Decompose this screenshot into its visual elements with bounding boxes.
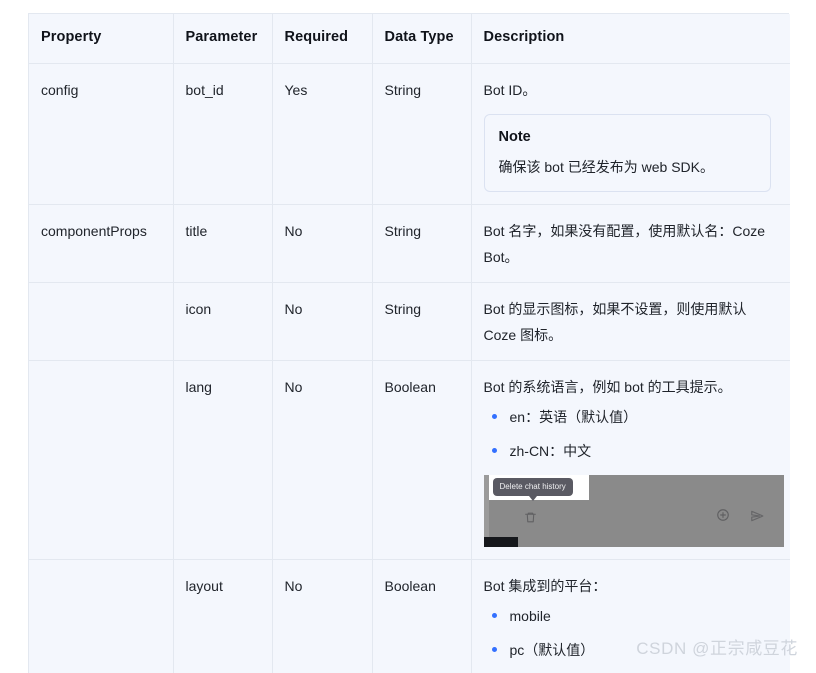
cell-property bbox=[29, 559, 174, 673]
note-body: 确保该 bot 已经发布为 web SDK。 bbox=[498, 158, 715, 175]
note-title: Note bbox=[498, 128, 531, 145]
cell-property bbox=[29, 282, 174, 361]
column-header-data-type: Data Type bbox=[372, 14, 472, 64]
cell-parameter: lang bbox=[173, 360, 273, 560]
table-row: icon No String Bot 的显示图标，如果不设置，则使用默认 Coz… bbox=[29, 282, 790, 361]
table-row: config bot_id Yes String Bot ID。 Note 确保… bbox=[29, 63, 790, 205]
cell-description: Bot 名字，如果没有配置，使用默认名：Coze Bot。 bbox=[471, 204, 790, 283]
description-text: Bot 名字，如果没有配置，使用默认名：Coze Bot。 bbox=[483, 222, 766, 265]
cell-data-type: Boolean bbox=[372, 559, 472, 673]
tooltip-arrow-icon bbox=[528, 495, 537, 501]
column-header-required: Required bbox=[272, 14, 373, 64]
cell-parameter: layout bbox=[173, 559, 273, 673]
screenshot-dark-strip bbox=[483, 536, 518, 547]
plus-circle-icon bbox=[716, 504, 730, 530]
cell-data-type: String bbox=[372, 63, 472, 205]
table-header-row: Property Parameter Required Data Type De… bbox=[29, 14, 790, 64]
cell-property bbox=[29, 360, 174, 560]
description-text: Bot 的系统语言，例如 bot 的工具提示。 bbox=[483, 378, 732, 395]
table-row: lang No Boolean Bot 的系统语言，例如 bot 的工具提示。 … bbox=[29, 360, 790, 560]
cell-description: Bot 的系统语言，例如 bot 的工具提示。 en：英语（默认值） zh-CN… bbox=[471, 360, 790, 560]
bullet-dot-icon bbox=[491, 646, 497, 652]
spec-table-container: Property Parameter Required Data Type De… bbox=[28, 13, 790, 673]
list-item-label: mobile bbox=[509, 607, 551, 624]
bullet-dot-icon bbox=[491, 447, 497, 453]
cell-required: No bbox=[272, 204, 373, 283]
list-item-label: en：英语（默认值） bbox=[509, 408, 638, 425]
column-header-parameter: Parameter bbox=[173, 14, 273, 64]
cell-data-type: String bbox=[372, 282, 472, 361]
cell-parameter: bot_id bbox=[173, 63, 273, 205]
trash-icon bbox=[524, 506, 537, 532]
tooltip-delete-chat-history: Delete chat history bbox=[492, 477, 573, 496]
table-row: componentProps title No String Bot 名字，如果… bbox=[29, 204, 790, 283]
cell-data-type: String bbox=[372, 204, 472, 283]
cell-property: config bbox=[29, 63, 174, 205]
lang-option-list: en：英语（默认值） zh-CN：中文 bbox=[484, 406, 779, 462]
spec-table: Property Parameter Required Data Type De… bbox=[29, 14, 790, 673]
table-body: config bot_id Yes String Bot ID。 Note 确保… bbox=[29, 63, 790, 673]
cell-parameter: icon bbox=[173, 282, 273, 361]
send-icon bbox=[750, 505, 764, 531]
cell-required: No bbox=[272, 360, 373, 560]
list-item-label: zh-CN：中文 bbox=[509, 442, 592, 459]
cell-required: Yes bbox=[272, 63, 373, 205]
cell-property: componentProps bbox=[29, 204, 174, 283]
bullet-dot-icon bbox=[491, 413, 497, 419]
cell-data-type: Boolean bbox=[372, 360, 472, 560]
table-header: Property Parameter Required Data Type De… bbox=[29, 14, 790, 64]
cell-required: No bbox=[272, 282, 373, 361]
cell-description: Bot 的显示图标，如果不设置，则使用默认 Coze 图标。 bbox=[471, 282, 790, 361]
list-item: zh-CN：中文 bbox=[491, 440, 779, 462]
description-text: Bot 的显示图标，如果不设置，则使用默认 Coze 图标。 bbox=[483, 300, 747, 343]
description-text: Bot 集成到的平台： bbox=[483, 577, 607, 594]
embedded-screenshot: Delete chat history bbox=[483, 474, 784, 547]
column-header-description: Description bbox=[471, 14, 790, 64]
note-callout: Note 确保该 bot 已经发布为 web SDK。 bbox=[483, 113, 771, 192]
description-text: Bot ID。 bbox=[483, 81, 537, 98]
cell-parameter: title bbox=[173, 204, 273, 283]
list-item-label: pc（默认值） bbox=[509, 641, 595, 658]
list-item: mobile bbox=[491, 605, 779, 627]
list-item: en：英语（默认值） bbox=[491, 406, 779, 428]
cell-description: Bot ID。 Note 确保该 bot 已经发布为 web SDK。 bbox=[471, 63, 790, 205]
column-header-property: Property bbox=[29, 14, 174, 64]
page-root: Property Parameter Required Data Type De… bbox=[0, 0, 816, 673]
cell-required: No bbox=[272, 559, 373, 673]
csdn-watermark: CSDN @正宗咸豆花 bbox=[636, 639, 798, 658]
bullet-dot-icon bbox=[491, 612, 497, 618]
